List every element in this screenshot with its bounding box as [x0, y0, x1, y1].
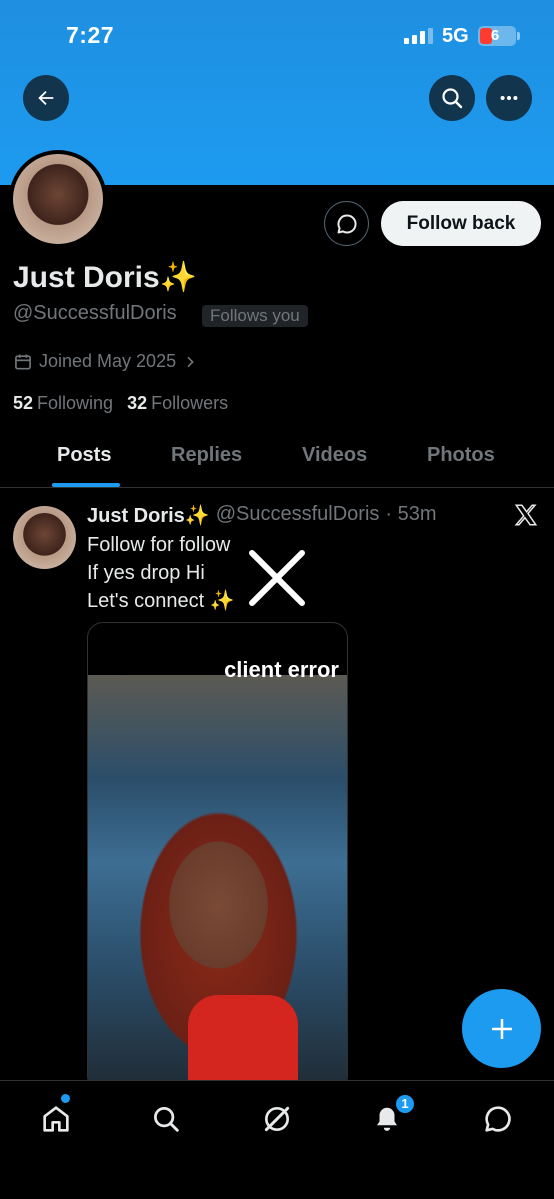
chevron-right-icon [187, 356, 194, 367]
following-link[interactable]: 52 Following [13, 393, 113, 414]
active-tab-indicator [52, 483, 120, 487]
battery-icon: 6 [478, 26, 516, 46]
close-overlay-icon[interactable] [246, 547, 308, 609]
tab-videos[interactable]: Videos [302, 444, 367, 467]
joined-text: Joined May 2025 [39, 351, 177, 371]
nav-grok[interactable] [257, 1099, 297, 1139]
post-header: Just Doris✨ @SuccessfulDoris · 53m [87, 503, 437, 528]
home-icon [43, 1106, 69, 1132]
bottom-navigation: 1 [0, 1080, 554, 1199]
x-logo-icon [514, 504, 538, 526]
post-time: · 53m [385, 503, 437, 525]
plus-icon [491, 1018, 512, 1039]
more-options-button[interactable] [486, 75, 532, 121]
post-media[interactable]: client error [87, 622, 348, 1092]
follow-back-button[interactable]: Follow back [381, 201, 541, 246]
media-error-label: client error [224, 657, 339, 682]
post-photo [88, 675, 347, 1091]
tab-replies[interactable]: Replies [171, 444, 242, 467]
notification-badge: 1 [394, 1093, 416, 1115]
nav-home[interactable] [36, 1099, 76, 1139]
joined-date[interactable]: Joined May 2025 [13, 351, 198, 372]
profile-handle: @SuccessfulDoris [13, 302, 177, 324]
following-count: 52 [13, 393, 34, 413]
post-author-handle: @SuccessfulDoris [215, 503, 380, 525]
profile-tabs: Posts Replies Videos Photos [0, 432, 554, 488]
post-line: Let's connect ✨ [87, 590, 235, 612]
search-button[interactable] [429, 75, 475, 121]
post-line: Follow for follow [87, 534, 231, 556]
following-label: Following [37, 393, 114, 413]
post-text: Follow for follow If yes drop Hi Let's c… [87, 531, 235, 615]
followers-count: 32 [127, 393, 148, 413]
home-unread-dot [61, 1094, 70, 1103]
followers-link[interactable]: 32 Followers [127, 393, 228, 414]
profile-avatar[interactable] [9, 150, 107, 248]
message-button[interactable] [324, 201, 369, 246]
post-author-name[interactable]: Just Doris✨ [87, 503, 210, 528]
post-avatar[interactable] [13, 506, 76, 569]
avatar-image [13, 154, 103, 244]
search-icon [154, 1107, 179, 1132]
status-bar: 7:27 5G 6 [0, 0, 554, 70]
arrow-left-icon [38, 90, 54, 106]
compose-button[interactable] [462, 989, 541, 1068]
photo-detail [188, 995, 298, 1091]
back-button[interactable] [23, 75, 69, 121]
post-line: If yes drop Hi [87, 562, 205, 584]
battery-nub [517, 32, 520, 40]
status-time: 7:27 [66, 22, 115, 48]
network-type: 5G [442, 25, 469, 47]
message-bubble-icon [336, 213, 357, 233]
message-icon [485, 1106, 511, 1132]
follows-you-badge: Follows you [202, 305, 308, 327]
tab-photos[interactable]: Photos [427, 444, 495, 467]
calendar-icon [15, 354, 31, 369]
grok-icon [264, 1106, 290, 1132]
display-name: Just Doris✨ [13, 261, 198, 294]
more-horizontal-icon [500, 95, 518, 101]
signal-icon [404, 28, 433, 44]
battery-level: 6 [490, 27, 500, 44]
search-icon [442, 88, 463, 109]
followers-label: Followers [151, 393, 229, 413]
nav-search[interactable] [146, 1099, 186, 1139]
follow-stats: 52 Following 32 Followers [13, 393, 228, 414]
tab-posts[interactable]: Posts [57, 444, 111, 467]
nav-messages[interactable] [478, 1099, 518, 1139]
